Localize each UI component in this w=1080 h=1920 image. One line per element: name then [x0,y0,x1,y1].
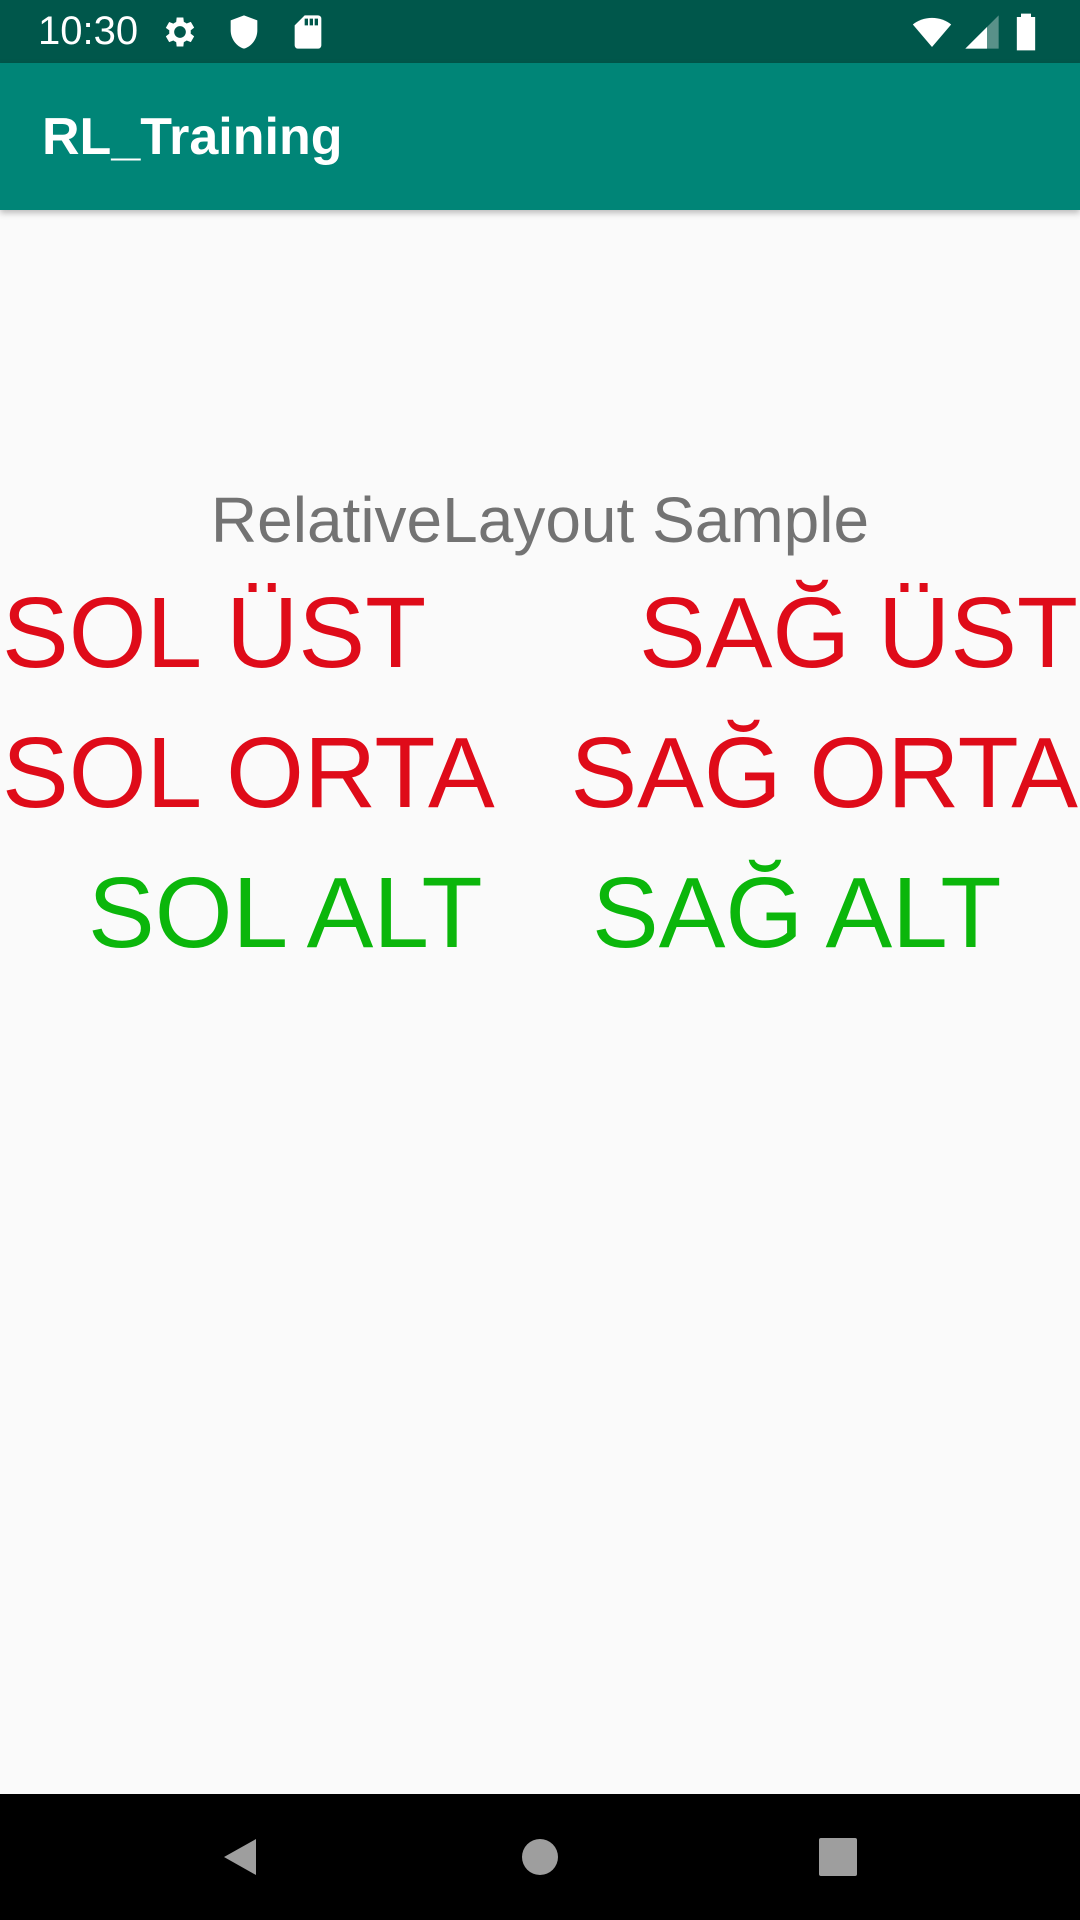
label-middle-right: SAĞ ORTA [570,717,1078,829]
label-bottom-left: SOL ALT [88,857,483,969]
app-bar: RL_Training [0,63,1080,210]
gear-icon [160,12,200,52]
navigation-bar [0,1794,1080,1920]
back-icon [224,1839,256,1875]
home-icon [522,1839,558,1875]
cell-signal-icon [962,12,1002,52]
status-time: 10:30 [38,9,139,53]
layout-heading: RelativeLayout Sample [210,484,870,556]
label-bottom-right: SAĞ ALT [592,857,1002,969]
label-top-right: SAĞ ÜST [639,577,1078,689]
status-bar: 10:30 [0,0,1080,63]
sd-card-icon [288,12,328,52]
label-top-left: SOL ÜST [2,577,427,689]
back-button[interactable] [180,1794,300,1920]
relative-layout-content: RelativeLayout Sample SOL ÜST SAĞ ÜST SO… [0,210,1080,1794]
shield-icon [224,12,264,52]
battery-icon [1012,12,1040,52]
home-button[interactable] [480,1794,600,1920]
label-middle-left: SOL ORTA [2,717,495,829]
wifi-icon [908,12,956,52]
app-title: RL_Training [42,108,343,166]
recents-icon [819,1838,857,1876]
recents-button[interactable] [778,1794,898,1920]
